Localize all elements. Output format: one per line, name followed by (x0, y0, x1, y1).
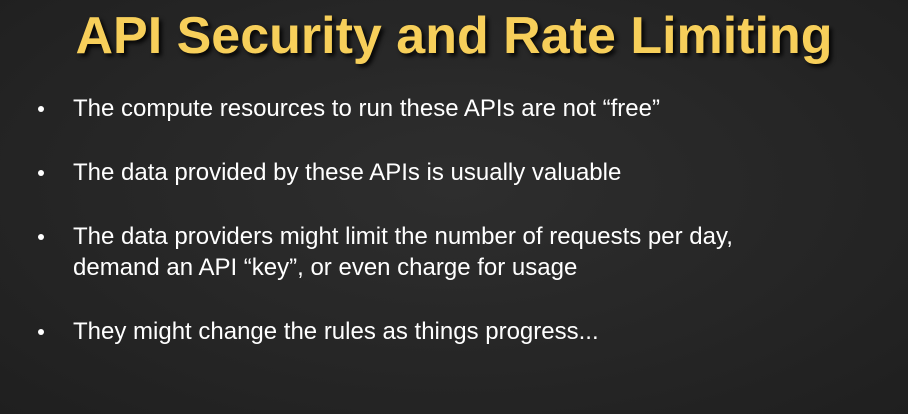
bullet-item-compute: The compute resources to run these APIs … (38, 93, 878, 124)
bullet-dot-icon (38, 106, 44, 112)
bullet-item-providers-limit: The data providers might limit the numbe… (38, 221, 878, 283)
slide-title: API Security and Rate Limiting (75, 7, 833, 65)
bullet-text: The data provided by these APIs is usual… (73, 159, 622, 186)
bullet-dot-icon (38, 170, 44, 176)
bullet-text: The compute resources to run these APIs … (73, 95, 660, 122)
slide: API Security and Rate Limiting The compu… (0, 0, 908, 414)
bullet-item-rules-change: They might change the rules as things pr… (38, 316, 878, 347)
bullet-text: They might change the rules as things pr… (73, 318, 599, 345)
bullet-dot-icon (38, 329, 44, 335)
bullet-text-line-1: The data providers might limit the numbe… (73, 223, 733, 250)
bullet-dot-icon (38, 234, 44, 240)
bullet-list: The compute resources to run these APIs … (38, 93, 878, 380)
bullet-text-line-2: demand an API “key”, or even charge for … (73, 254, 578, 281)
bullet-item-data-valuable: The data provided by these APIs is usual… (38, 157, 878, 188)
